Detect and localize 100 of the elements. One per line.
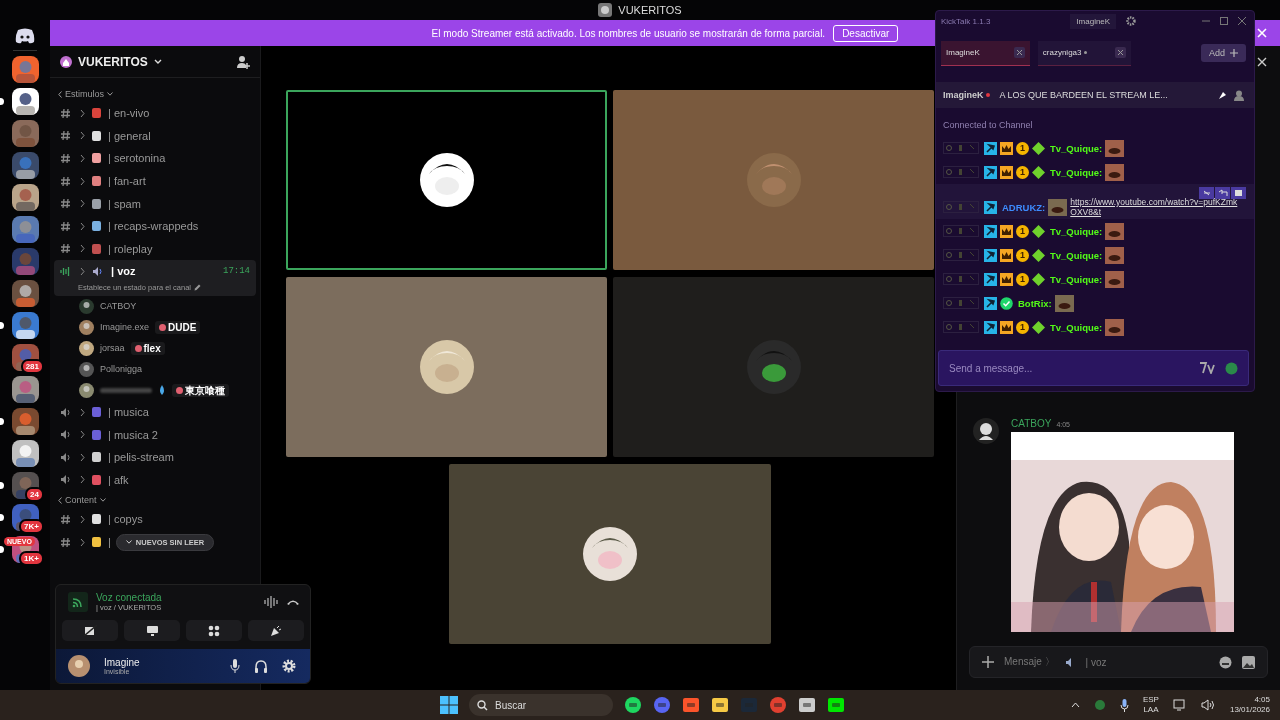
channel-item[interactable]: | general [54,124,256,148]
author-name[interactable]: CATBOY [1011,418,1052,429]
server-name[interactable]: VUKERITOS [78,54,148,69]
username[interactable]: Tv_Quique: [1050,166,1103,178]
server-icon[interactable] [11,280,39,307]
channel-item[interactable]: | en-vivo [54,102,256,125]
add-member-icon[interactable] [236,54,250,69]
server-icon[interactable] [11,440,39,467]
username[interactable]: Tv_Quique: [1050,142,1103,154]
pencil-icon[interactable] [194,283,201,291]
language-indicator[interactable]: ESP [1142,694,1159,705]
channel-tab[interactable]: ImagineK [941,40,1030,66]
user-icon[interactable] [1234,89,1244,101]
disconnect-icon[interactable] [286,598,300,606]
taskbar-app-icon[interactable] [827,696,845,714]
member-name[interactable]: Imagine.exe [100,322,150,333]
screen-share-button[interactable] [124,620,180,641]
close-icon[interactable] [1115,47,1127,58]
channel-item[interactable]: | afk [54,468,256,492]
channel-item[interactable]: | recaps-wrappeds [54,214,256,238]
pinned-message[interactable]: ImagineK A LOS QUE BARDEEN EL STREAM LE... [936,82,1254,108]
volume-icon[interactable] [1200,699,1216,711]
add-button[interactable]: Add [1201,44,1246,62]
network-icon[interactable] [1172,699,1187,711]
camera-off-button[interactable] [62,620,118,641]
headphones-icon[interactable] [254,659,268,673]
windows-start-icon[interactable] [440,696,458,714]
clock-date[interactable]: 13/01/2026 [1229,705,1270,716]
channel-item[interactable]: | musica 2 [54,423,256,446]
category-header[interactable]: Estimulos [65,89,104,99]
server-icon[interactable] [11,88,39,115]
clock-time[interactable]: 4:05 [1254,694,1270,705]
server-icon[interactable] [11,216,39,243]
video-tile[interactable] [286,90,607,270]
taskbar-app-icon[interactable] [682,696,700,714]
taskbar-app-icon[interactable] [624,696,642,714]
chat-message[interactable]: 1 Tv_Quique: [936,219,1254,243]
pin-icon[interactable] [1217,89,1228,101]
taskbar-app-icon[interactable] [798,696,816,714]
chat-message[interactable]: 1 Tv_Quique: [936,243,1254,267]
video-tile[interactable] [613,90,934,270]
channel-item[interactable]: | pelis-stream [54,445,256,469]
chat-message[interactable]: 1 Tv_Quique: [936,160,1254,184]
username[interactable]: ADRUKZ: [1002,201,1046,213]
server-icon[interactable] [11,376,39,403]
channel-item[interactable]: | roleplay [54,237,256,261]
video-tile[interactable] [286,277,607,457]
microphone-icon[interactable] [230,659,240,673]
server-icon[interactable] [11,152,39,179]
message-field[interactable]: Send a message... [938,350,1249,386]
channel-item[interactable]: | serotonina [54,147,256,170]
caret-icon[interactable] [1070,702,1080,708]
chat-message[interactable]: 1 Tv_Quique: [936,315,1254,339]
soundboard-icon[interactable] [264,596,278,608]
search-field[interactable]: Buscar [469,694,613,716]
channel-tab[interactable]: crazyniga3 [1037,40,1132,66]
channel-item[interactable]: | spam [54,192,256,215]
username[interactable]: Tv_Quique: [1050,321,1103,333]
username[interactable]: Tv_Quique: [1050,249,1103,261]
maximize-icon[interactable] [1220,17,1228,25]
video-tile[interactable] [613,277,934,457]
channel-item[interactable]: | musica [54,400,256,424]
emote-picker-icon[interactable] [1200,362,1215,374]
user-avatar[interactable] [973,418,999,444]
video-tile[interactable] [449,464,771,644]
keyboard-layout[interactable]: LAA [1143,705,1159,716]
category-header[interactable]: Content [65,495,97,506]
link[interactable]: https://www.youtube.com/watch?v=pufKZmkOXV8&t [1070,197,1241,217]
chat-message[interactable]: BotRix: [936,291,1254,315]
username[interactable]: BotRix: [1018,297,1052,309]
plus-icon[interactable] [982,656,994,668]
channel-item[interactable]: | fan-art [54,169,256,193]
server-icon[interactable] [11,56,39,83]
soundboard-button[interactable] [248,620,304,641]
server-icon[interactable] [11,408,39,435]
account-button[interactable]: ImagineK [1070,13,1117,29]
username[interactable]: Tv_Quique: [1050,225,1103,237]
member-name[interactable]: CATBOY [100,301,137,312]
tray-app-icon[interactable] [1093,699,1106,711]
chat-message[interactable]: 1 Tv_Quique: [936,267,1254,291]
channel-item[interactable]: | copys [54,508,256,531]
member-name[interactable]: jorsaa [100,343,125,354]
user-avatar[interactable] [68,655,90,677]
microphone-icon[interactable] [1119,698,1129,712]
emoji-icon[interactable] [1225,361,1238,375]
close-icon[interactable] [1013,47,1025,58]
chat-message[interactable]: 1 Tv_Quique: [936,136,1254,160]
message-field[interactable]: Mensaje 〉 | voz [969,646,1268,678]
image-icon[interactable] [1242,655,1255,669]
server-icon[interactable] [11,312,39,339]
emoji-icon[interactable] [1219,655,1232,669]
channel-item[interactable]: | voz 17:14 [54,260,256,283]
discord-logo-icon[interactable] [15,28,35,44]
chat-message[interactable]: ADRUKZ: https://www.youtube.com/watch?v=pufKZmkOXV8&t [936,184,1254,219]
username[interactable]: Tv_Quique: [1050,273,1103,285]
taskbar-app-icon[interactable] [711,696,729,714]
settings-icon[interactable] [1126,16,1137,26]
member-name[interactable]: Pollonigga [100,364,143,375]
close-icon[interactable] [1257,57,1267,67]
activities-button[interactable] [186,620,242,641]
